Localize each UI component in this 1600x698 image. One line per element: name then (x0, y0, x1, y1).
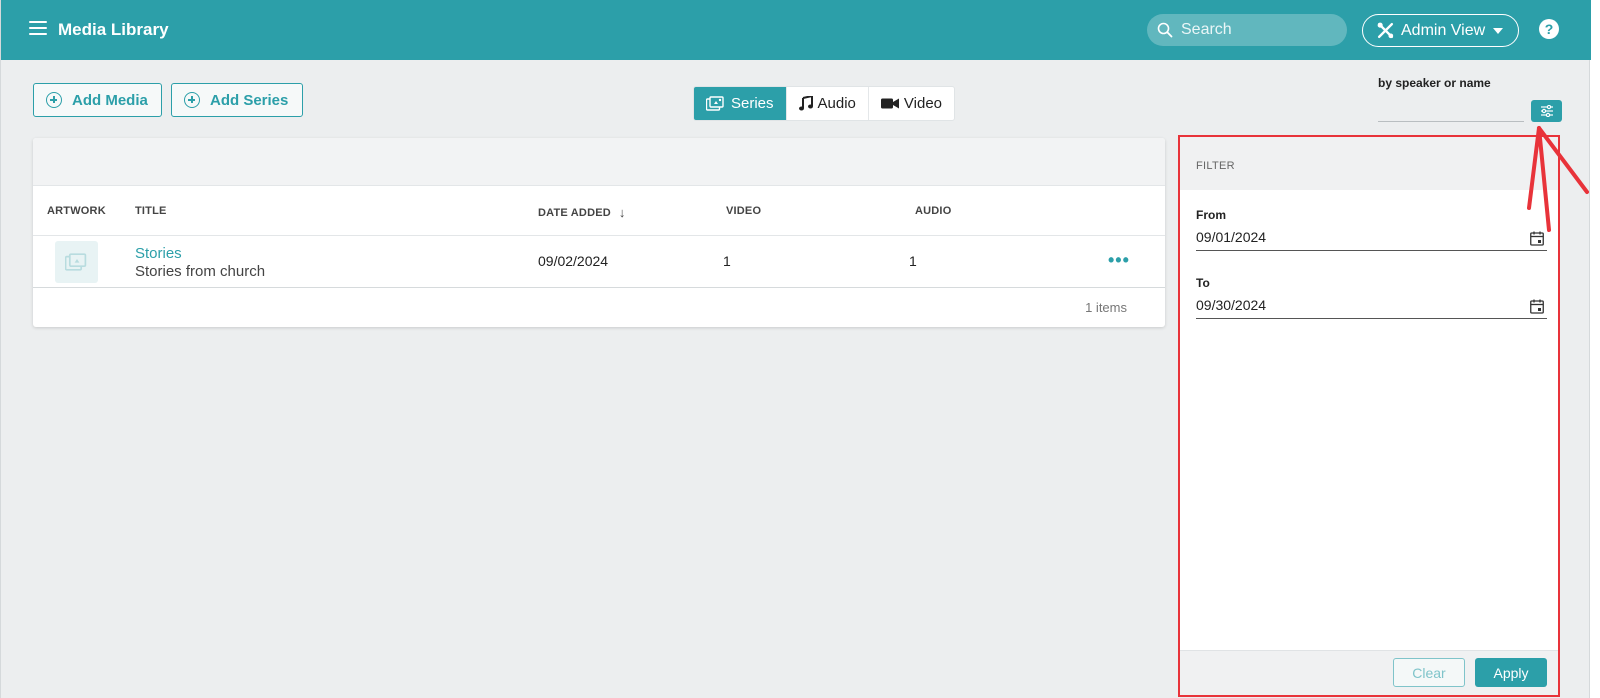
table-toolbar (33, 138, 1165, 186)
row-audio-count: 1 (909, 253, 917, 269)
top-bar: Media Library Search Admin View ? (1, 0, 1591, 60)
from-date-value: 09/01/2024 (1196, 229, 1267, 245)
to-date-field: To 09/30/2024 (1196, 276, 1547, 319)
sort-arrow-down-icon: ↓ (618, 205, 626, 220)
chevron-down-icon (1493, 27, 1504, 34)
search-placeholder: Search (1181, 21, 1232, 38)
filter-panel-footer: Clear Apply (1180, 650, 1558, 695)
music-note-icon (798, 96, 813, 111)
tools-icon (1377, 22, 1394, 39)
items-count: 1 items (1085, 300, 1127, 315)
column-title[interactable]: TITLE (135, 205, 167, 217)
tab-audio-label: Audio (817, 95, 856, 112)
more-options-icon[interactable]: ••• (1108, 250, 1130, 271)
search-input[interactable]: Search (1147, 14, 1347, 46)
filter-heading: FILTER (1196, 160, 1235, 172)
from-date-input[interactable]: 09/01/2024 (1196, 224, 1547, 251)
media-table: ARTWORK TITLE DATE ADDED ↓ VIDEO AUDIO S… (33, 138, 1165, 327)
column-date-added[interactable]: DATE ADDED ↓ (538, 205, 626, 220)
calendar-icon[interactable] (1530, 299, 1544, 314)
media-type-tabs: Series Audio Video (693, 86, 955, 121)
row-title-link[interactable]: Stories (135, 245, 182, 262)
table-row[interactable]: Stories Stories from church 09/02/2024 1… (33, 236, 1165, 288)
series-placeholder-icon (64, 253, 86, 271)
table-header: ARTWORK TITLE DATE ADDED ↓ VIDEO AUDIO (33, 186, 1165, 236)
search-icon (1157, 22, 1173, 38)
add-series-button[interactable]: Add Series (171, 83, 303, 117)
tab-series-label: Series (731, 95, 774, 112)
clear-button[interactable]: Clear (1393, 658, 1465, 687)
filter-panel-header: FILTER (1180, 137, 1558, 190)
admin-view-label: Admin View (1401, 21, 1486, 39)
speaker-filter-label: by speaker or name (1378, 76, 1491, 90)
tab-video-label: Video (903, 95, 942, 112)
tab-series[interactable]: Series (694, 87, 787, 120)
tab-audio[interactable]: Audio (787, 87, 869, 120)
to-label: To (1196, 276, 1210, 290)
row-video-count: 1 (723, 253, 731, 269)
sliders-icon (1540, 105, 1553, 117)
plus-circle-icon (46, 92, 62, 108)
column-video[interactable]: VIDEO (726, 205, 761, 217)
filter-panel: FILTER From 09/01/2024 To 09/30/2024 Cle… (1178, 135, 1560, 697)
row-date-added: 09/02/2024 (538, 253, 609, 269)
page-title: Media Library (58, 20, 169, 39)
add-series-label: Add Series (210, 91, 289, 109)
artwork-thumbnail (55, 241, 98, 283)
to-date-value: 09/30/2024 (1196, 297, 1267, 313)
add-media-label: Add Media (72, 91, 148, 109)
from-label: From (1196, 208, 1226, 222)
from-date-field: From 09/01/2024 (1196, 208, 1547, 251)
add-media-button[interactable]: Add Media (33, 83, 162, 117)
column-audio[interactable]: AUDIO (915, 205, 951, 217)
admin-view-button[interactable]: Admin View (1362, 14, 1519, 47)
annotation-arrow (1527, 126, 1589, 232)
column-artwork: ARTWORK (47, 205, 106, 217)
apply-button[interactable]: Apply (1475, 658, 1547, 687)
speaker-filter-input[interactable] (1378, 98, 1524, 122)
tab-video[interactable]: Video (869, 87, 954, 120)
app-window: Media Library Search Admin View ? Add Me… (0, 0, 1591, 698)
hamburger-menu-icon[interactable] (29, 21, 47, 37)
series-icon (706, 96, 724, 111)
filter-toggle-button[interactable] (1531, 100, 1562, 122)
help-icon[interactable]: ? (1539, 19, 1559, 39)
video-camera-icon (880, 98, 899, 109)
row-subtitle: Stories from church (135, 263, 266, 280)
to-date-input[interactable]: 09/30/2024 (1196, 292, 1547, 319)
plus-circle-icon (184, 92, 200, 108)
column-date-added-label: DATE ADDED (538, 206, 611, 219)
